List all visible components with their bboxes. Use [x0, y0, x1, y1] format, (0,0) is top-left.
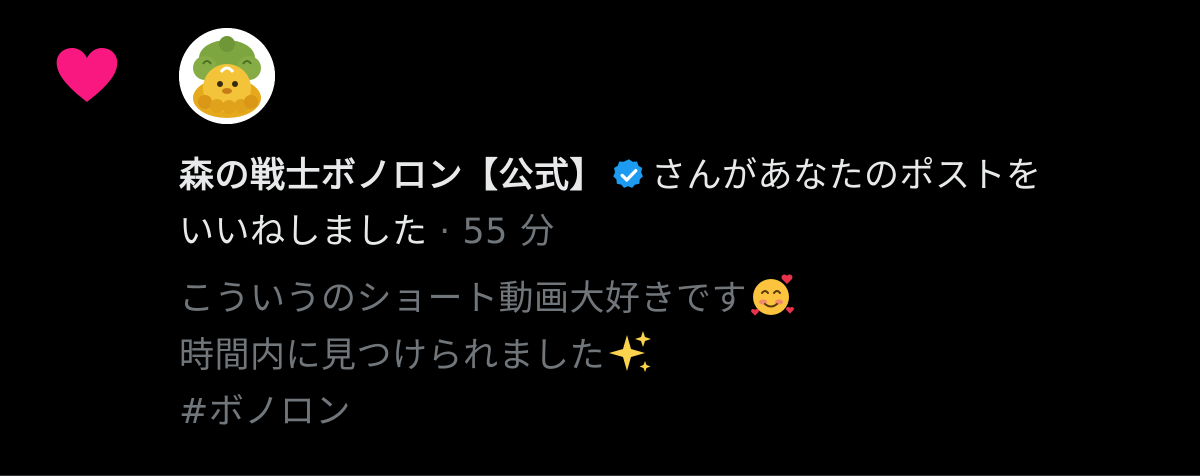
bonolon-avatar-icon — [179, 28, 275, 124]
action-text: さんがあなたのポストを — [651, 156, 1042, 196]
notification-headline: 森の戦士ボノロン【公式】 さんがあなたのポストを いいねしました · 55 分 — [179, 148, 1169, 260]
post-line-2: 時間内に見つけられました — [179, 327, 1169, 384]
verified-badge-icon — [613, 159, 643, 188]
action-text-continued: いいねしました — [179, 212, 428, 252]
smiling-face-with-hearts-icon — [751, 274, 794, 316]
liked-post-text[interactable]: こういうのショート動画大好きです 時間内に見つけられました #ボノロン — [179, 270, 1169, 440]
timestamp[interactable]: 55 分 — [462, 212, 555, 252]
sparkles-icon — [609, 331, 652, 372]
post-line-1-text: こういうのショート動画大好きです — [179, 279, 748, 319]
post-line-2-text: 時間内に見つけられました — [179, 336, 606, 376]
user-name-link[interactable]: 森の戦士ボノロン【公式】 — [179, 156, 605, 196]
heart-icon — [56, 48, 118, 102]
separator: · — [427, 212, 463, 252]
hashtag-bonolon[interactable]: #ボノロン — [179, 384, 1169, 440]
avatar[interactable] — [179, 28, 275, 124]
like-notification[interactable]: 森の戦士ボノロン【公式】 さんがあなたのポストを いいねしました · 55 分 … — [0, 0, 1200, 476]
post-line-1: こういうのショート動画大好きです — [179, 270, 1169, 327]
